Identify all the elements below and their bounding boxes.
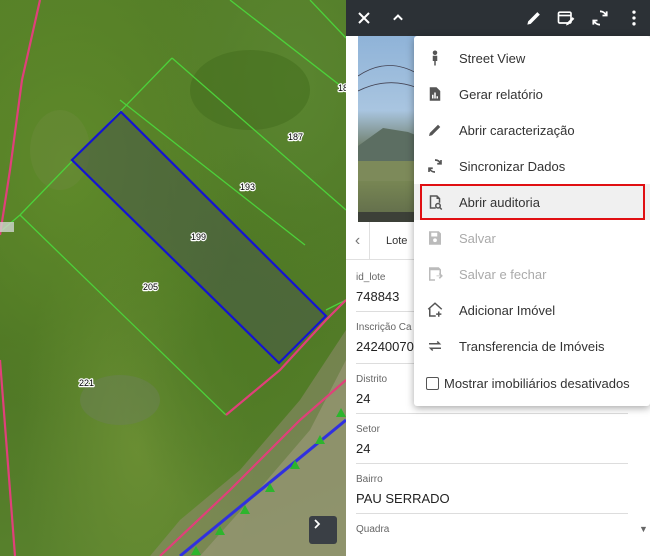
sync-icon bbox=[426, 157, 444, 175]
close-icon[interactable] bbox=[348, 0, 380, 36]
menu-item-label: Transferencia de Imóveis bbox=[459, 338, 605, 354]
menu-item-adicionar-imovel[interactable]: Adicionar Imóvel bbox=[414, 292, 650, 328]
menu-item-abrir-auditoria[interactable]: Abrir auditoria bbox=[414, 184, 650, 220]
street-photo bbox=[358, 36, 418, 222]
lot-label: 18 bbox=[338, 83, 346, 93]
lot-label: 193 bbox=[240, 182, 255, 192]
field-label: Quadra bbox=[356, 524, 390, 535]
lot-label: 221 bbox=[79, 378, 94, 388]
field-quadra: Quadra bbox=[356, 524, 628, 556]
more-vert-icon[interactable] bbox=[618, 0, 650, 36]
checkbox-box[interactable] bbox=[426, 377, 439, 390]
overflow-menu: Street View Gerar relatório Abrir caract… bbox=[414, 36, 650, 406]
audit-icon bbox=[426, 193, 444, 211]
menu-item-label: Sincronizar Dados bbox=[459, 158, 566, 174]
lot-label: 205 bbox=[143, 282, 158, 292]
menu-item-sincronizar-dados[interactable]: Sincronizar Dados bbox=[414, 148, 650, 184]
menu-item-label: Abrir auditoria bbox=[459, 194, 540, 210]
menu-item-label: Street View bbox=[459, 50, 526, 66]
panel-toolbar bbox=[346, 0, 650, 36]
menu-item-label: Salvar bbox=[459, 230, 496, 246]
lot-label: 199 bbox=[191, 232, 206, 242]
save-close-icon bbox=[426, 265, 444, 283]
chevron-left-icon[interactable]: ‹ bbox=[346, 221, 370, 260]
report-icon bbox=[426, 85, 444, 103]
field-value: PAU SERRADO bbox=[356, 491, 450, 506]
chevron-up-icon[interactable] bbox=[382, 0, 414, 36]
tab-lote[interactable]: Lote bbox=[370, 235, 407, 247]
person-icon bbox=[426, 49, 444, 67]
card-edit-icon[interactable] bbox=[550, 0, 582, 36]
field-bairro: Bairro PAU SERRADO bbox=[356, 474, 628, 514]
tab-bar: ‹ Lote bbox=[346, 221, 416, 260]
menu-item-salvar[interactable]: Salvar bbox=[414, 220, 650, 256]
lot-label: 187 bbox=[288, 132, 303, 142]
field-setor: Setor 24 bbox=[356, 424, 628, 464]
menu-item-label: Gerar relatório bbox=[459, 86, 543, 102]
pencil-icon[interactable] bbox=[518, 0, 550, 36]
show-inactive-checkbox[interactable]: Mostrar imobiliários desativados bbox=[426, 376, 630, 391]
menu-item-abrir-caracterizacao[interactable]: Abrir caracterização bbox=[414, 112, 650, 148]
menu-item-transferencia-imoveis[interactable]: Transferencia de Imóveis bbox=[414, 328, 650, 364]
field-value: 24 bbox=[356, 441, 371, 456]
save-icon bbox=[426, 229, 444, 247]
map-view[interactable]: 18 187 193 199 205 221 bbox=[0, 0, 346, 556]
chevron-right-icon[interactable] bbox=[309, 516, 337, 544]
add-home-icon bbox=[426, 301, 444, 319]
map-canvas[interactable]: 18 187 193 199 205 221 bbox=[0, 0, 346, 556]
field-label: Setor bbox=[356, 424, 380, 435]
menu-item-label: Salvar e fechar bbox=[459, 266, 547, 282]
pencil-icon bbox=[426, 121, 444, 139]
menu-item-salvar-e-fechar[interactable]: Salvar e fechar bbox=[414, 256, 650, 292]
checkbox-label: Mostrar imobiliários desativados bbox=[444, 376, 630, 391]
sync-icon[interactable] bbox=[584, 0, 616, 36]
menu-item-street-view[interactable]: Street View bbox=[414, 40, 650, 76]
menu-item-gerar-relatorio[interactable]: Gerar relatório bbox=[414, 76, 650, 112]
transfer-icon bbox=[426, 337, 444, 355]
scroll-down-arrow-icon[interactable]: ▼ bbox=[639, 524, 648, 534]
menu-item-label: Abrir caracterização bbox=[459, 122, 575, 138]
field-label: Bairro bbox=[356, 474, 383, 485]
menu-item-label: Adicionar Imóvel bbox=[459, 302, 556, 318]
